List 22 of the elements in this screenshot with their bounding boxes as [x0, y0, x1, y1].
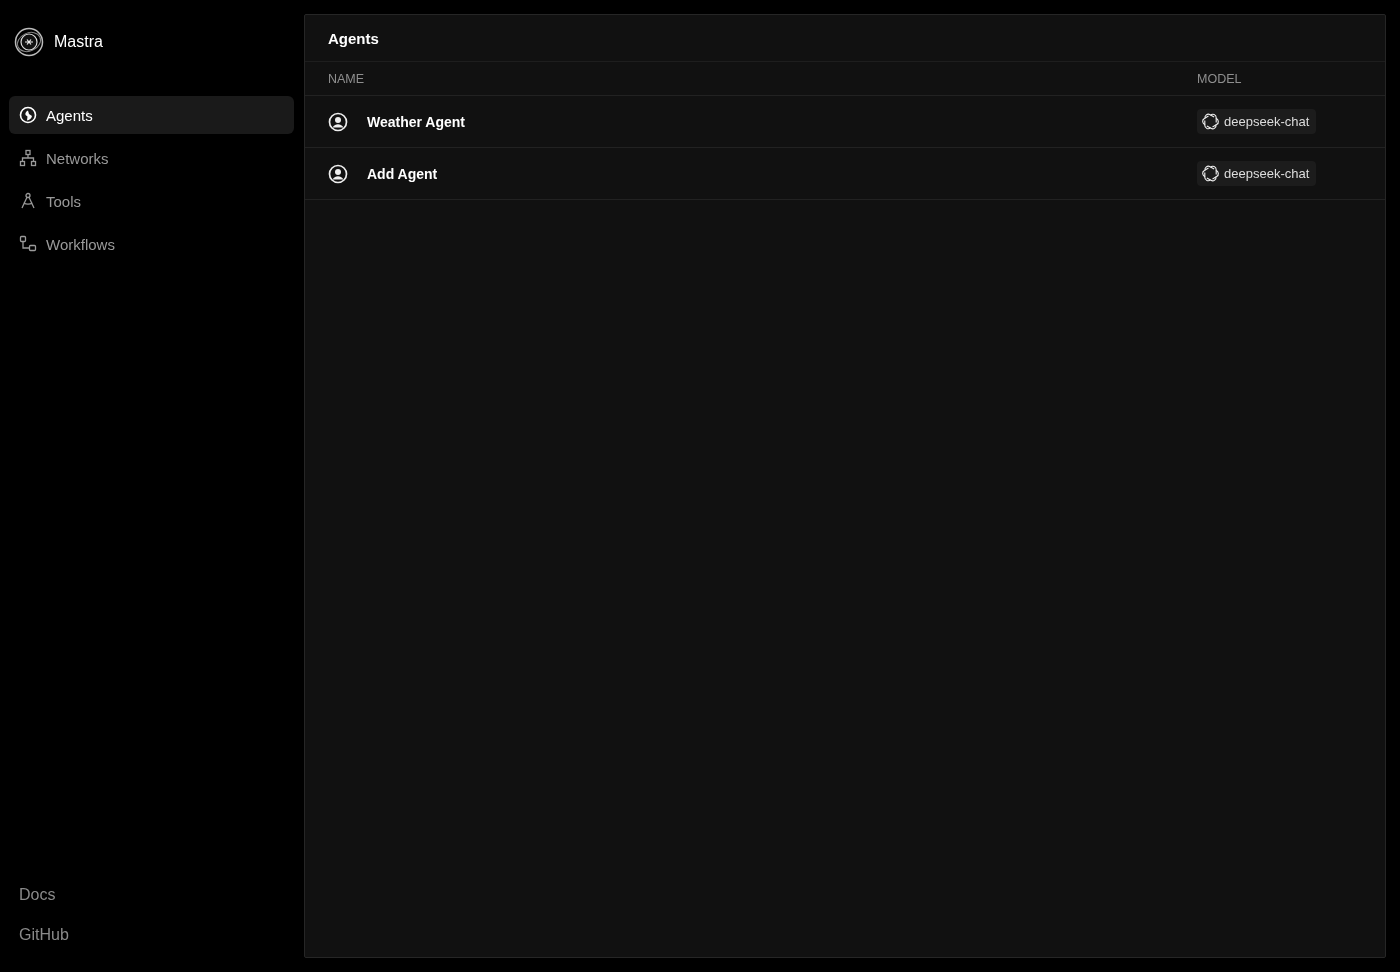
workflow-icon: [19, 235, 37, 253]
logo-icon: [14, 27, 44, 57]
table-row[interactable]: Weather Agent deepseek-chat: [305, 96, 1385, 148]
agent-name: Weather Agent: [367, 113, 465, 130]
user-avatar-icon: [328, 163, 348, 184]
network-icon: [19, 149, 37, 167]
sidebar-item[interactable]: Tools: [9, 182, 294, 220]
app-name: Mastra: [54, 33, 103, 51]
user-avatar-icon: [328, 111, 348, 132]
model-badge: deepseek-chat: [1197, 160, 1317, 186]
model-badge: deepseek-chat: [1197, 108, 1317, 134]
footer-link[interactable]: Docs: [19, 886, 56, 904]
sidebar-item[interactable]: Workflows: [9, 225, 294, 263]
sidebar-item[interactable]: Networks: [9, 139, 294, 177]
compass-icon: [19, 192, 37, 210]
table-row[interactable]: Add Agent deepseek-chat: [305, 148, 1385, 200]
sidebar-item[interactable]: Agents: [9, 96, 294, 134]
column-header: MODEL: [1197, 71, 1243, 86]
footer-link[interactable]: GitHub: [19, 926, 69, 944]
panel-title: Agents: [328, 29, 379, 47]
column-header: NAME: [328, 71, 366, 86]
agent-name: Add Agent: [367, 165, 438, 182]
